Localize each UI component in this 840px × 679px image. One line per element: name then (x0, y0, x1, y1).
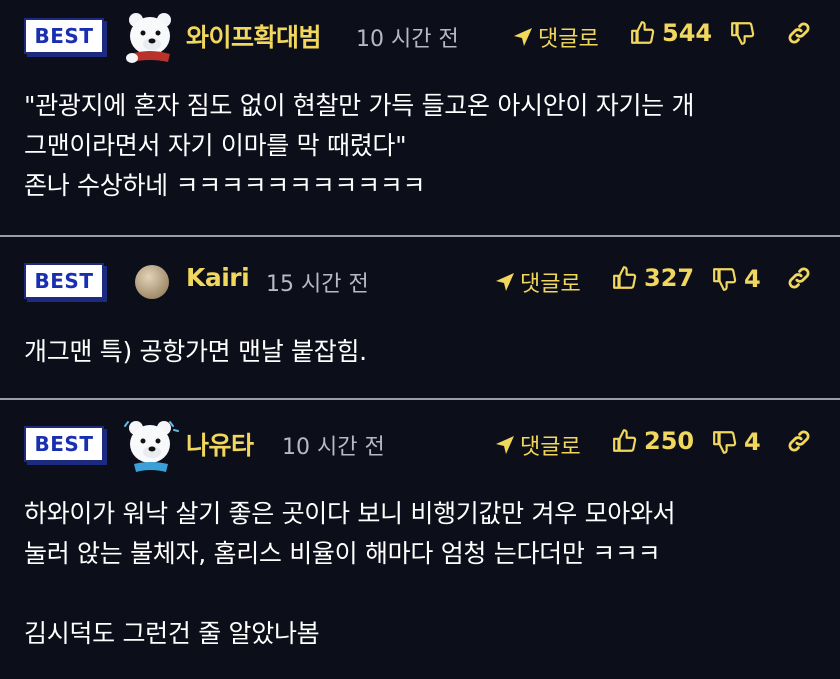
thumbs-down-icon (713, 268, 737, 291)
comment-line: 김시덕도 그런건 줄 알았나봄 (24, 619, 320, 648)
comment-line: 눌러 앉는 불체자, 홈리스 비율이 해마다 엄청 는다더만 ㅋㅋㅋ (24, 539, 661, 568)
dislike-button[interactable]: 4 (712, 428, 761, 456)
dislike-count: 4 (744, 428, 761, 456)
dislike-button[interactable]: 4 (712, 265, 761, 293)
comment-line: 하와이가 워낙 살기 좋은 곳이다 보니 비행기값만 겨우 모아와서 (24, 499, 676, 528)
timestamp: 10 시간 전 (282, 435, 385, 460)
comment: BEST Kairi 15 시간 전 댓글로 327 4 개그맨 특) 공항가면… (0, 237, 840, 400)
username[interactable]: 나유타 (186, 426, 254, 462)
username[interactable]: Kairi (186, 263, 250, 292)
like-count: 327 (644, 264, 695, 292)
comment-body: 개그맨 특) 공항가면 맨날 붙잡힘. (24, 332, 820, 372)
comment: BEST 와이프확대범 10 시간 전 댓글로 544 "관광지에 혼자 짐도 … (0, 0, 840, 237)
location-arrow-icon (514, 28, 532, 46)
thumbs-up-icon (613, 429, 637, 452)
comment-header: BEST 나유타 10 시간 전 댓글로 250 4 (0, 418, 840, 472)
reply-button[interactable]: 댓글로 (512, 21, 599, 53)
comment-line: "관광지에 혼자 짐도 없이 현찰만 가득 들고온 아시안이 자기는 개 (24, 91, 695, 120)
comment-line: 개그맨 특) 공항가면 맨날 붙잡힘. (24, 337, 367, 366)
like-button[interactable]: 250 (612, 427, 694, 455)
comment: BEST 나유타 10 시간 전 댓글로 250 4 하와이가 워낙 살기 좋은… (0, 400, 840, 679)
username[interactable]: 와이프확대범 (186, 18, 322, 54)
beige-circle-avatar[interactable] (134, 264, 170, 304)
location-arrow-icon (496, 436, 514, 454)
best-badge: BEST (24, 263, 104, 299)
timestamp: 15 시간 전 (266, 272, 369, 297)
best-badge: BEST (24, 18, 104, 54)
comment-line: 존나 수상하네 ㅋㅋㅋㅋㅋㅋㅋㅋㅋㅋㅋ (24, 171, 426, 200)
thumbs-down-icon (713, 431, 737, 454)
like-count: 250 (644, 427, 695, 455)
polar-bear-icon[interactable] (122, 416, 180, 478)
reply-button[interactable]: 댓글로 (494, 429, 581, 461)
dislike-button[interactable] (730, 20, 762, 46)
link-icon[interactable] (786, 428, 812, 458)
thumbs-up-icon (631, 21, 655, 44)
reply-label: 댓글로 (520, 272, 581, 297)
comment-header: BEST 와이프확대범 10 시간 전 댓글로 544 (0, 12, 840, 63)
comment-line (24, 574, 820, 614)
thumbs-up-icon (613, 266, 637, 289)
reply-button[interactable]: 댓글로 (494, 266, 581, 298)
link-icon[interactable] (786, 265, 812, 295)
timestamp: 10 시간 전 (356, 27, 459, 52)
comment-body: "관광지에 혼자 짐도 없이 현찰만 가득 들고온 아시안이 자기는 개 그맨이… (24, 86, 820, 206)
like-button[interactable]: 544 (630, 19, 712, 47)
thumbs-down-icon (731, 22, 755, 45)
comment-body: 하와이가 워낙 살기 좋은 곳이다 보니 비행기값만 겨우 모아와서 눌러 앉는… (24, 494, 820, 654)
reply-label: 댓글로 (538, 27, 599, 52)
location-arrow-icon (496, 273, 514, 291)
dislike-count: 4 (744, 265, 761, 293)
comment-line: 그맨이라면서 자기 이마를 막 때렸다" (24, 131, 407, 160)
best-badge: BEST (24, 426, 104, 462)
polar-bear-icon[interactable] (122, 8, 178, 68)
comment-header: BEST Kairi 15 시간 전 댓글로 327 4 (0, 255, 840, 305)
reply-label: 댓글로 (520, 435, 581, 460)
link-icon[interactable] (786, 20, 812, 50)
like-button[interactable]: 327 (612, 264, 694, 292)
like-count: 544 (662, 19, 713, 47)
